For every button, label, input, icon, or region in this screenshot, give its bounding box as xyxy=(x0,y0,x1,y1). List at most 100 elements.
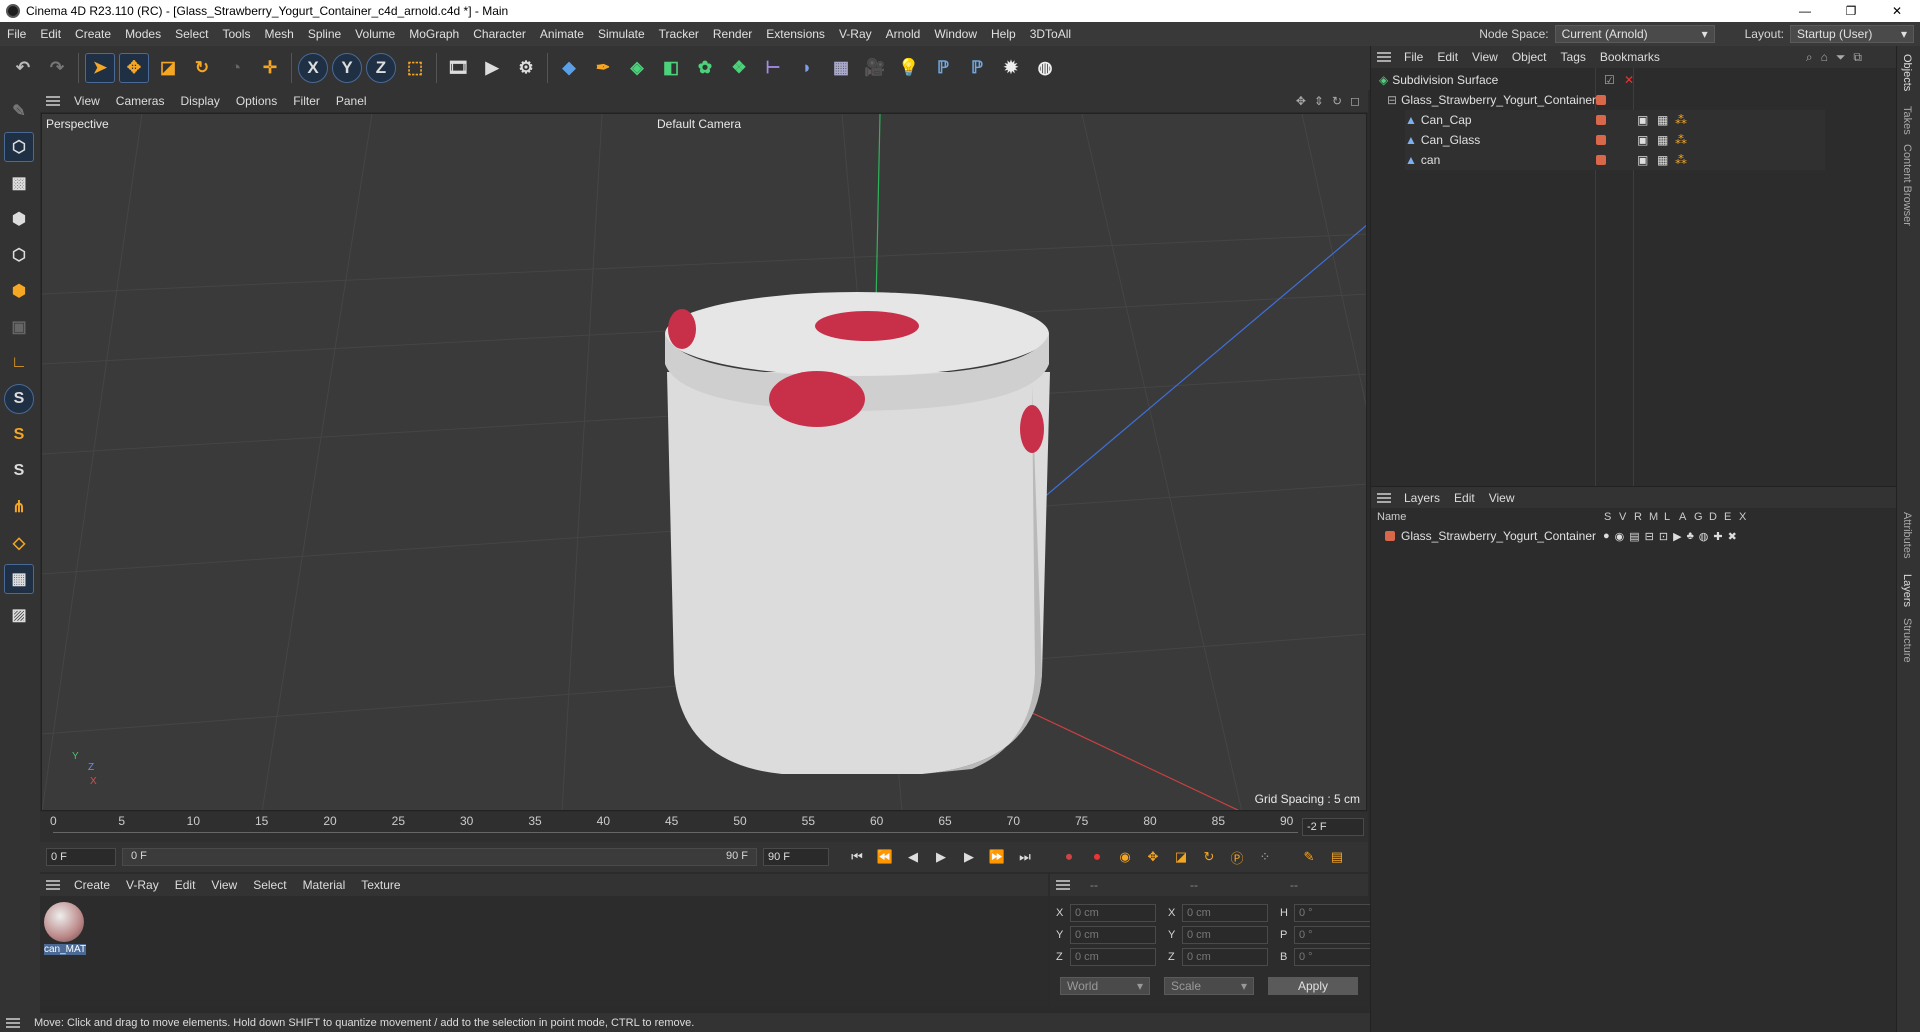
start-frame-field[interactable]: 0 F xyxy=(46,848,116,866)
material-menu-icon[interactable] xyxy=(46,880,60,890)
end-frame-field[interactable]: 90 F xyxy=(763,848,829,866)
checker-tag-icon[interactable]: ▦ xyxy=(1657,113,1668,127)
cloner-icon[interactable]: ✿ xyxy=(690,53,720,83)
menu-volume[interactable]: Volume xyxy=(348,27,402,41)
fcurve-icon[interactable]: ▤ xyxy=(1325,845,1349,869)
menu-create[interactable]: Create xyxy=(68,27,118,41)
coord-mode-dropdown[interactable]: Scale ▾ xyxy=(1164,977,1254,995)
solo-icon[interactable]: ● xyxy=(1603,530,1610,543)
current-frame-field[interactable]: -2 F xyxy=(1302,818,1364,836)
3d-viewport[interactable]: Perspective Default Camera Grid Spacing … xyxy=(41,113,1367,811)
material-swatch[interactable]: can_MAT xyxy=(44,902,86,955)
autokey-icon[interactable]: ⏺ xyxy=(1085,845,1109,869)
objects-menu-icon[interactable] xyxy=(1377,52,1391,62)
timeline-ruler[interactable]: 0 5 10 15 20 25 30 35 40 45 50 55 60 65 70 75 80 85 90 -2 … xyxy=(40,812,1368,842)
mat-menu-edit[interactable]: Edit xyxy=(167,878,204,892)
viewport-menu-display[interactable]: Display xyxy=(172,94,227,108)
locked-icon[interactable]: ⊡ xyxy=(1659,530,1668,543)
object-mode-icon[interactable]: ⬡ xyxy=(4,132,34,162)
layer-color-swatch[interactable] xyxy=(1385,531,1395,541)
key-position-icon[interactable]: ✥ xyxy=(1141,845,1165,869)
python2-icon[interactable]: ℙ xyxy=(962,53,992,83)
layers-menu-edit[interactable]: Edit xyxy=(1447,491,1482,505)
coords-menu-icon[interactable] xyxy=(1056,880,1070,890)
record-icon[interactable]: ⏺ xyxy=(1057,845,1081,869)
node-space-dropdown[interactable]: Current (Arnold) ▾ xyxy=(1554,25,1715,43)
material-tag-icon[interactable]: ⁂ xyxy=(1675,113,1687,127)
render-settings-icon[interactable]: ⚙ xyxy=(511,53,541,83)
menu-mesh[interactable]: Mesh xyxy=(257,27,300,41)
uv-mode-icon[interactable]: ▣ xyxy=(4,312,34,342)
select-icon[interactable]: ➤ xyxy=(85,53,115,83)
next-frame-icon[interactable]: ▶ xyxy=(957,845,981,869)
menu-vray[interactable]: V-Ray xyxy=(832,27,879,41)
visible-eye-icon[interactable]: ◉ xyxy=(1615,530,1625,543)
menu-tools[interactable]: Tools xyxy=(215,27,257,41)
viewport-menu-filter[interactable]: Filter xyxy=(285,94,328,108)
viewport-menu-panel[interactable]: Panel xyxy=(328,94,375,108)
obj-menu-tags[interactable]: Tags xyxy=(1554,50,1593,64)
menu-modes[interactable]: Modes xyxy=(118,27,168,41)
camera-icon[interactable]: 🎥 xyxy=(860,53,890,83)
mat-menu-create[interactable]: Create xyxy=(66,878,118,892)
magnet-icon[interactable]: ⋔ xyxy=(4,492,34,522)
manager-icon[interactable]: ⊟ xyxy=(1645,530,1654,543)
scale-icon[interactable]: ◪ xyxy=(153,53,183,83)
side-tab-objects[interactable]: Objects xyxy=(1901,54,1913,91)
maximize-view-icon[interactable]: ◻ xyxy=(1350,94,1360,108)
menu-extensions[interactable]: Extensions xyxy=(759,27,832,41)
render-region-icon[interactable]: 🎞 xyxy=(443,53,473,83)
menu-window[interactable]: Window xyxy=(927,27,984,41)
menu-3dtoall[interactable]: 3DToAll xyxy=(1023,27,1078,41)
points-mode-icon[interactable]: ⬢ xyxy=(4,204,34,234)
play-icon[interactable]: ▶ xyxy=(929,845,953,869)
edges-mode-icon[interactable]: ⬡ xyxy=(4,240,34,270)
animation-icon[interactable]: ▶ xyxy=(1673,530,1681,543)
x-axis-icon[interactable]: X xyxy=(298,53,328,83)
snap-quantize-icon[interactable]: S xyxy=(4,456,34,486)
obj-menu-file[interactable]: File xyxy=(1397,50,1430,64)
snap-settings-icon[interactable]: S xyxy=(4,420,34,450)
edit-check-icon[interactable]: ☑ xyxy=(1604,73,1615,87)
model-mode-icon[interactable]: ✎ xyxy=(4,96,34,126)
coord-rot-field[interactable]: 0 ° xyxy=(1294,948,1380,966)
side-tab-structure[interactable]: Structure xyxy=(1901,618,1913,663)
texture-tag-icon[interactable]: ▣ xyxy=(1637,113,1648,127)
coord-size-field[interactable]: 0 cm xyxy=(1182,926,1268,944)
gear-icon[interactable]: ✹ xyxy=(996,53,1026,83)
deformers-icon[interactable]: ◍ xyxy=(1699,530,1709,543)
orbit-icon[interactable]: ↻ xyxy=(1332,94,1342,108)
next-key-icon[interactable]: ⏩ xyxy=(985,845,1009,869)
coord-rot-field[interactable]: 0 ° xyxy=(1294,926,1380,944)
texture-tag-icon[interactable]: ▣ xyxy=(1637,133,1648,147)
obj-menu-bookmarks[interactable]: Bookmarks xyxy=(1593,50,1667,64)
workplane-icon[interactable]: ◇ xyxy=(4,528,34,558)
tree-row-subdivision[interactable]: ◈ Subdivision Surface ☑ ✕ xyxy=(1379,70,1799,90)
key-param-icon[interactable]: Ⓟ xyxy=(1225,845,1249,869)
move-icon[interactable]: ✥ xyxy=(119,53,149,83)
subdivision-icon[interactable]: ◈ xyxy=(622,53,652,83)
z-axis-icon[interactable]: Z xyxy=(366,53,396,83)
coord-pos-field[interactable]: 0 cm xyxy=(1070,926,1156,944)
floor-icon[interactable]: ▦ xyxy=(826,53,856,83)
layer-color-swatch[interactable] xyxy=(1596,115,1606,125)
menu-character[interactable]: Character xyxy=(466,27,533,41)
go-to-start-icon[interactable]: ⏮ xyxy=(845,845,869,869)
checker-tag-icon[interactable]: ▦ xyxy=(1657,153,1668,167)
rotate-icon[interactable]: ↻ xyxy=(187,53,217,83)
cube-icon[interactable]: ◆ xyxy=(554,53,584,83)
extrude-icon[interactable]: ◧ xyxy=(656,53,686,83)
obj-menu-edit[interactable]: Edit xyxy=(1430,50,1465,64)
layer-color-swatch[interactable] xyxy=(1596,155,1606,165)
camera-label[interactable]: Default Camera xyxy=(657,117,741,131)
side-tab-layers[interactable]: Layers xyxy=(1901,574,1913,607)
layers-menu-layers[interactable]: Layers xyxy=(1397,491,1447,505)
render-icon[interactable]: ▤ xyxy=(1629,530,1639,543)
menu-simulate[interactable]: Simulate xyxy=(591,27,652,41)
filter-icon[interactable]: ⏷ xyxy=(1836,50,1846,65)
layers-menu-icon[interactable] xyxy=(1377,492,1391,503)
menu-select[interactable]: Select xyxy=(168,27,215,41)
timeline-settings-icon[interactable]: ✎ xyxy=(1297,845,1321,869)
menu-mograph[interactable]: MoGraph xyxy=(402,27,466,41)
coord-pos-field[interactable]: 0 cm xyxy=(1070,948,1156,966)
